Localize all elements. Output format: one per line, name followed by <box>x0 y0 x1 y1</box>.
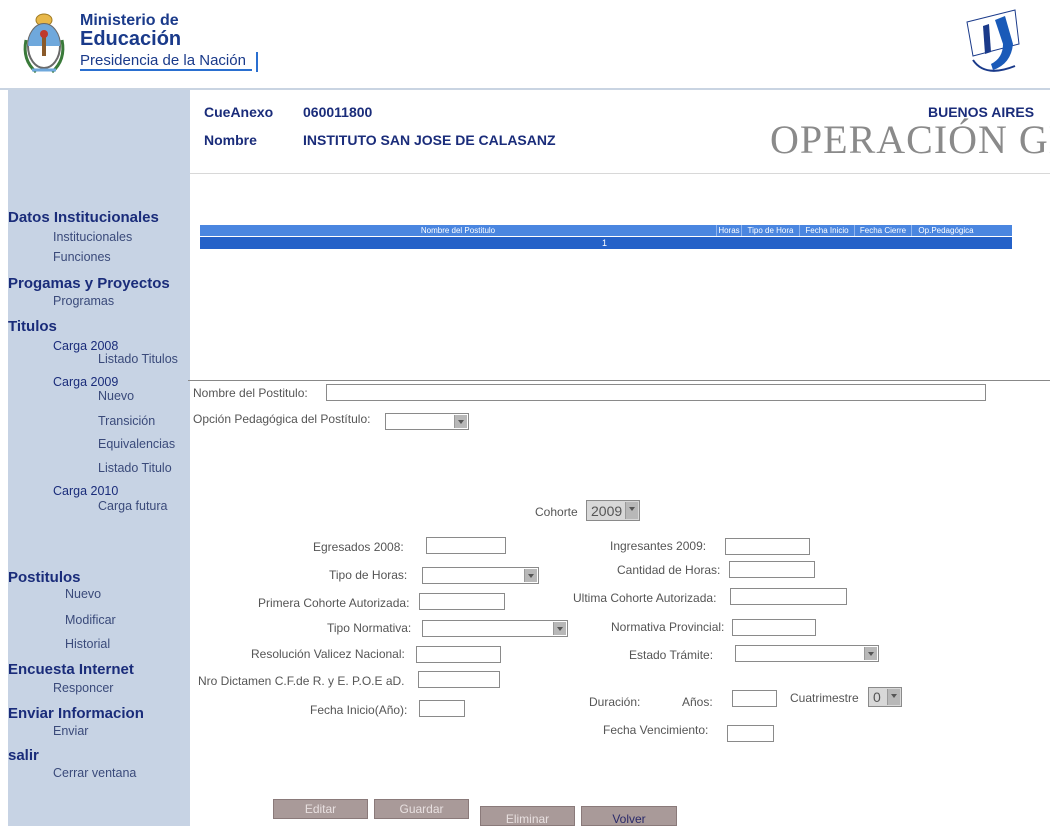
egresados-input[interactable] <box>426 537 506 554</box>
duracion-label: Duración: <box>589 695 641 709</box>
fecha-vencimiento-label: Fecha Vencimiento: <box>603 723 709 737</box>
sidebar-item-listado-titulo[interactable]: Listado Titulo <box>98 461 172 475</box>
sidebar-item-listado-titulos[interactable]: Listado Titulos <box>98 352 178 366</box>
chevron-down-icon <box>864 647 877 660</box>
anios-label: Años: <box>682 695 713 709</box>
col-nombre-postitulo[interactable]: Nombre del Postitulo <box>200 225 717 236</box>
sidebar-item-carga2009[interactable]: Carga 2009 <box>53 375 118 389</box>
cuatrimestre-label: Cuatrimestre <box>790 691 859 705</box>
sidebar-item-transicion[interactable]: Transición <box>98 414 155 428</box>
table-pager-row: 1 <box>200 237 1012 249</box>
ministry-line3: Presidencia de la Nación <box>80 52 252 71</box>
name-value: INSTITUTO SAN JOSE DE CALASANZ <box>303 132 556 148</box>
estado-tramite-select[interactable] <box>735 645 879 662</box>
primera-cohorte-input[interactable] <box>419 593 505 610</box>
ingresantes-input[interactable] <box>725 538 810 555</box>
form-divider <box>188 380 1050 381</box>
operation-banner: OPERACIÓN GE <box>770 117 1050 162</box>
anios-input[interactable] <box>732 690 777 707</box>
col-tipo-hora[interactable]: Tipo de Hora <box>742 225 800 236</box>
sidebar-item-enviar[interactable]: Enviar <box>53 724 88 738</box>
sidebar-item-carga2008[interactable]: Carga 2008 <box>53 339 118 353</box>
ingresantes-label: Ingresantes 2009: <box>610 539 707 553</box>
sidebar-item-cerrar-ventana[interactable]: Cerrar ventana <box>53 766 136 780</box>
name-label: Nombre <box>204 132 257 148</box>
tipo-normativa-label: Tipo Normativa: <box>327 621 412 635</box>
cohorte-label: Cohorte <box>535 505 578 519</box>
estado-tramite-label: Estado Trámite: <box>629 648 714 662</box>
sidebar-item-carga-futura[interactable]: Carga futura <box>98 499 167 513</box>
sidebar-section-postitulos: Postitulos <box>8 569 81 586</box>
cuatrimestre-value: 0 <box>873 689 881 705</box>
tipo-horas-label: Tipo de Horas: <box>329 568 408 582</box>
ultima-cohorte-input[interactable] <box>730 588 847 605</box>
cuatrimestre-select[interactable]: 0 <box>868 687 902 707</box>
primera-cohorte-label: Primera Cohorte Autorizada: <box>258 596 410 610</box>
normativa-provincial-label: Normativa Provincial: <box>611 620 725 634</box>
sidebar-item-equivalencias[interactable]: Equivalencias <box>98 437 175 451</box>
coat-of-arms-logo <box>23 13 65 74</box>
cue-label: CueAnexo <box>204 104 274 120</box>
sidebar-item-institucionales[interactable]: Institucionales <box>53 230 132 244</box>
col-fecha-cierre[interactable]: Fecha Cierre <box>855 225 912 236</box>
col-op-pedagogica[interactable]: Op.Pedagógica <box>912 225 980 236</box>
editar-button[interactable]: Editar <box>273 799 368 819</box>
sidebar-section-salir: salir <box>8 747 39 764</box>
sidebar-item-programas[interactable]: Programas <box>53 294 114 308</box>
infd-logo <box>966 9 1020 72</box>
normativa-provincial-input[interactable] <box>732 619 816 636</box>
fecha-inicio-input[interactable] <box>419 700 465 717</box>
sidebar-item-historial[interactable]: Historial <box>65 637 110 651</box>
fecha-inicio-label: Fecha Inicio(Año): <box>310 703 408 717</box>
sidebar-item-nuevo[interactable]: Nuevo <box>98 389 134 403</box>
sidebar-item-funciones[interactable]: Funciones <box>53 250 111 264</box>
col-horas[interactable]: Horas <box>717 225 742 236</box>
opcion-pedagogica-label: Opción Pedagógica del Postítulo: <box>193 412 371 426</box>
header-divider <box>190 173 1050 174</box>
sidebar-section-enviar-info: Enviar Informacion <box>8 705 144 722</box>
volver-button[interactable]: Volver <box>581 806 677 826</box>
sidebar-section-encuesta: Encuesta Internet <box>8 661 134 678</box>
page-number[interactable]: 1 <box>602 237 607 249</box>
cantidad-horas-label: Cantidad de Horas: <box>617 563 721 577</box>
chevron-down-icon <box>887 689 900 705</box>
opcion-pedagogica-select[interactable] <box>385 413 469 430</box>
chevron-down-icon <box>553 622 566 635</box>
sidebar-item-modificar[interactable]: Modificar <box>65 613 116 627</box>
sidebar-section-progamas: Progamas y Proyectos <box>8 275 170 292</box>
col-fecha-inicio[interactable]: Fecha Inicio <box>800 225 855 236</box>
chevron-down-icon <box>524 569 537 582</box>
tipo-horas-select[interactable] <box>422 567 539 584</box>
chevron-down-icon <box>454 415 467 428</box>
eliminar-button[interactable]: Eliminar <box>480 806 575 826</box>
chevron-down-icon <box>625 502 638 519</box>
cantidad-horas-input[interactable] <box>729 561 815 578</box>
sidebar-item-responder[interactable]: Responcer <box>53 681 113 695</box>
sidebar-section-titulos: Titulos <box>8 318 57 335</box>
sidebar-section-datos: Datos Institucionales <box>8 209 159 226</box>
page-header: Ministerio de Educación Presidencia de l… <box>0 0 1050 90</box>
ministry-line2: Educación <box>80 28 182 50</box>
sidebar-item-carga2010[interactable]: Carga 2010 <box>53 484 118 498</box>
cohorte-select[interactable]: 2009 <box>586 500 640 521</box>
cue-value: 060011800 <box>303 104 373 120</box>
dictamen-input[interactable] <box>418 671 500 688</box>
nombre-postitulo-input[interactable] <box>326 384 986 401</box>
resolucion-input[interactable] <box>416 646 501 663</box>
ultima-cohorte-label: Ultima Cohorte Autorizada: <box>573 591 717 605</box>
fecha-vencimiento-input[interactable] <box>727 725 774 742</box>
egresados-label: Egresados 2008: <box>313 540 404 554</box>
logo-divider <box>256 52 258 72</box>
guardar-button[interactable]: Guardar <box>374 799 469 819</box>
sidebar-item-postitulo-nuevo[interactable]: Nuevo <box>65 587 101 601</box>
tipo-normativa-select[interactable] <box>422 620 568 637</box>
resolucion-label: Resolución Valicez Nacional: <box>251 647 405 661</box>
cohorte-value: 2009 <box>591 503 623 519</box>
nombre-postitulo-label: Nombre del Postitulo: <box>193 386 308 400</box>
dictamen-label: Nro Dictamen C.F.de R. y E. P.O.E aD. <box>198 674 405 688</box>
table-header: Nombre del Postitulo Horas Tipo de Hora … <box>200 225 1012 236</box>
